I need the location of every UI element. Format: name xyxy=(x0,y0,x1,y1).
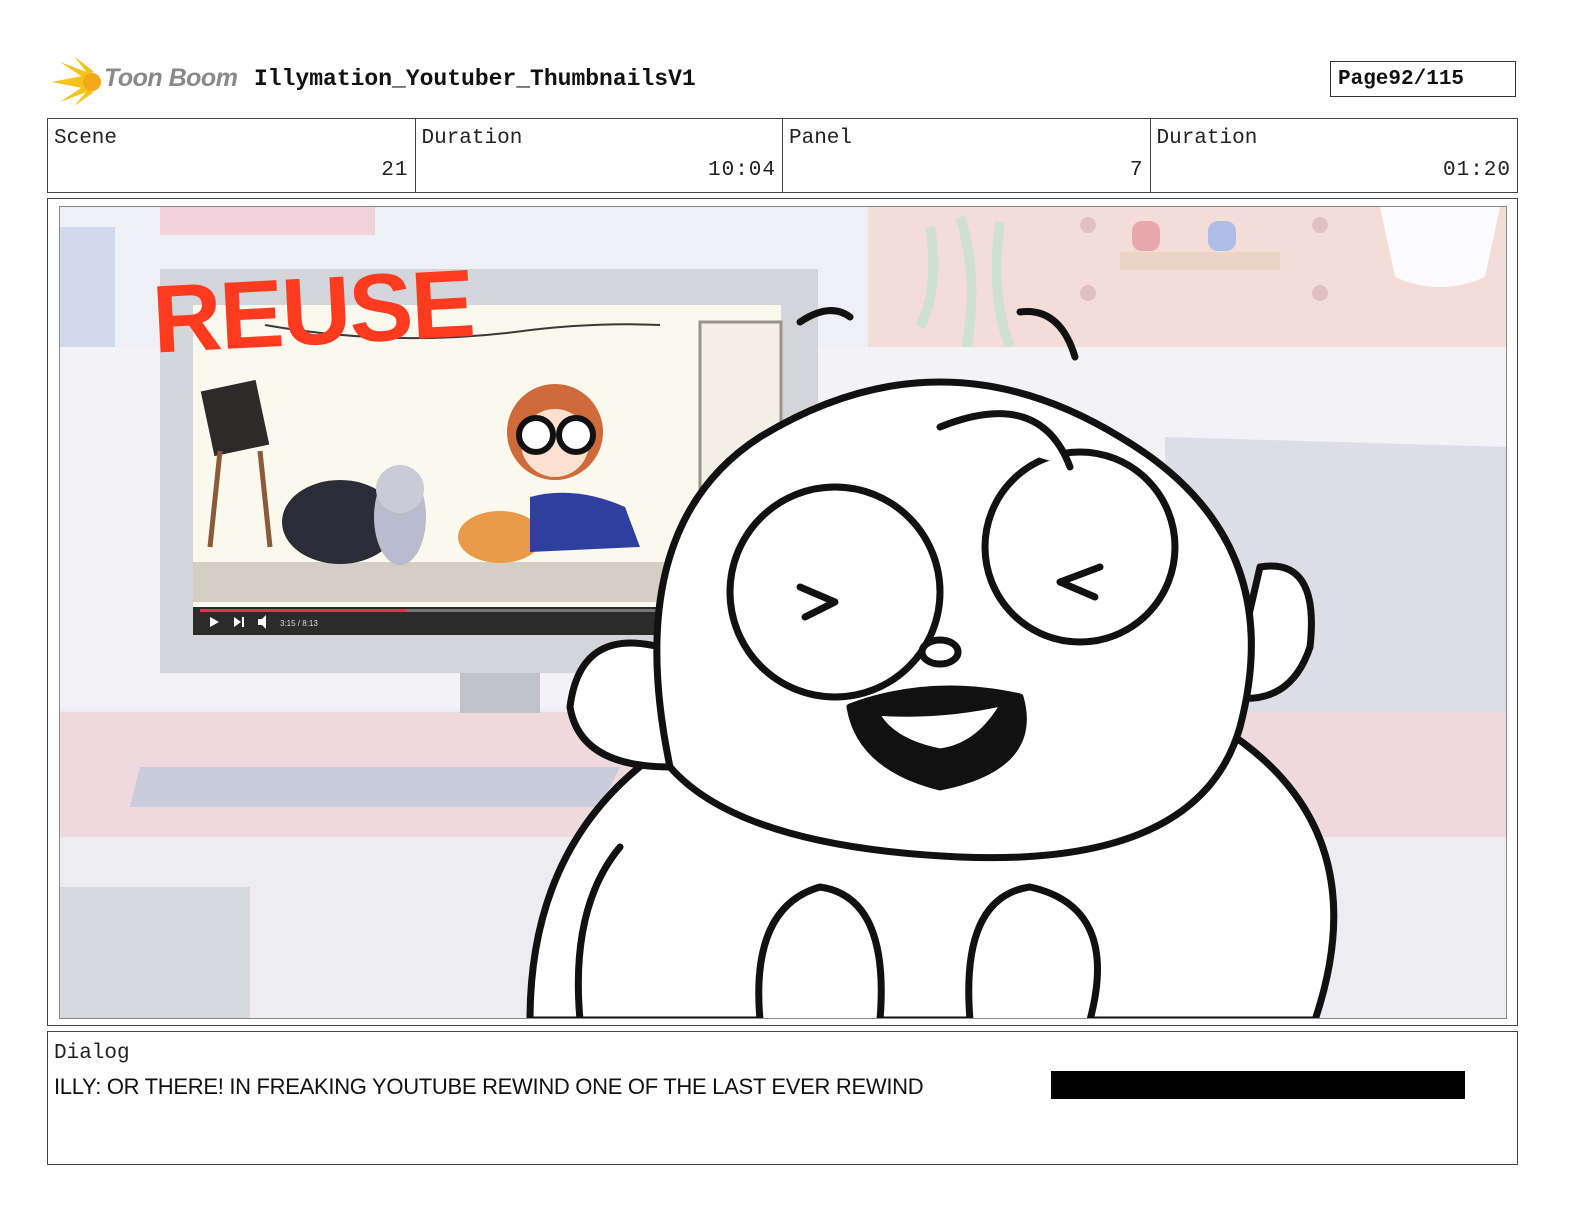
bg-keyboard xyxy=(130,767,620,807)
page-indicator: Page 92/115 xyxy=(1330,61,1516,97)
video-time: 3:15 / 8:13 xyxy=(280,619,318,628)
panel-duration-cell: Duration 01:20 xyxy=(1151,119,1518,192)
page-label: Page xyxy=(1338,67,1389,91)
scene-duration-cell: Duration 10:04 xyxy=(416,119,783,192)
video-progress-fill xyxy=(200,609,407,612)
redaction-bar xyxy=(1051,1071,1465,1099)
bg-toy-blue xyxy=(1208,221,1236,251)
dialog-box: Dialog ILLY: OR THERE! IN FREAKING YOUTU… xyxy=(47,1031,1518,1165)
scene-duration-value: 10:04 xyxy=(707,159,776,182)
dialog-text: ILLY: OR THERE! IN FREAKING YOUTUBE REWI… xyxy=(54,1074,924,1099)
panel-label: Panel xyxy=(789,127,853,150)
reuse-overlay-text: REUSE xyxy=(150,250,476,374)
panel-duration-label: Duration xyxy=(1156,127,1258,150)
logo-wordmark: Toon Boom xyxy=(104,64,238,92)
panel-artwork: 3:15 / 8:13 REUSE xyxy=(60,207,1506,1018)
bg-poster-top xyxy=(160,207,375,235)
panel-cell: Panel 7 xyxy=(783,119,1151,192)
dialog-label: Dialog xyxy=(54,1042,130,1065)
panel-value: 7 xyxy=(1129,159,1144,182)
scene-info-table: Scene 21 Duration 10:04 Panel 7 Duration… xyxy=(47,118,1518,193)
scene-duration-label: Duration xyxy=(421,127,523,150)
scene-label: Scene xyxy=(54,127,118,150)
scene-cell: Scene 21 xyxy=(48,119,416,192)
bg-toy-red xyxy=(1132,221,1160,251)
project-title: Illymation_Youtuber_ThumbnailsV1 xyxy=(254,66,696,92)
page-number: 92/115 xyxy=(1388,67,1465,91)
storyboard-panel-image: 3:15 / 8:13 REUSE xyxy=(59,206,1507,1019)
scene-value: 21 xyxy=(381,159,409,182)
panel-duration-value: 01:20 xyxy=(1442,159,1511,182)
